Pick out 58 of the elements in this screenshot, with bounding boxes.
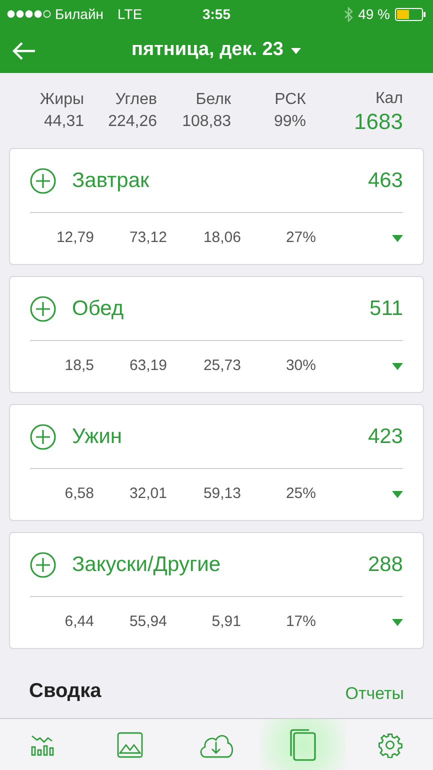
battery-percent: 49 % <box>358 4 390 24</box>
nutrient-label: РСК <box>274 90 306 110</box>
expand-caret-icon[interactable] <box>392 235 403 242</box>
status-time: 3:55 <box>202 4 231 24</box>
bluetooth-icon <box>344 6 354 22</box>
image-icon <box>116 732 143 758</box>
chart-icon <box>31 734 56 756</box>
signal-icon <box>7 10 51 18</box>
add-food-button[interactable] <box>30 552 56 578</box>
meal-name: Ужин <box>72 424 124 450</box>
meal-nutrient-value: 73,12 <box>128 228 167 248</box>
meal-nutrient-value: 12,79 <box>55 228 94 248</box>
meal-calories: 463 <box>368 168 403 194</box>
reports-link[interactable]: Отчеты <box>345 680 404 706</box>
nutrient-value: 108,83 <box>182 112 231 132</box>
meal-nutrient-value: 59,13 <box>202 484 241 504</box>
expand-caret-icon[interactable] <box>392 619 403 626</box>
meal-nutrient-value: 55,94 <box>128 612 167 632</box>
add-food-button[interactable] <box>30 424 56 450</box>
nutrient-value: 224,26 <box>108 112 157 132</box>
meal-nutrient-value: 25% <box>284 484 316 504</box>
battery-icon <box>395 8 426 20</box>
date-selector[interactable]: пятница, дек. 23 <box>38 36 395 65</box>
meal-name: Обед <box>72 296 125 322</box>
meal-nutrient-value: 17% <box>284 612 316 632</box>
meal-nutrient-value: 25,73 <box>202 356 241 376</box>
section-title: Сводка <box>29 679 102 704</box>
meal-nutrient-value: 32,01 <box>128 484 167 504</box>
caret-icon <box>291 48 302 54</box>
expand-caret-icon[interactable] <box>392 491 403 498</box>
nutrient-value: 44,31 <box>44 112 84 132</box>
meal-nutrient-value: 6,58 <box>64 484 94 504</box>
meal-nutrient-value: 18,06 <box>202 228 241 248</box>
meal-nutrient-value: 63,19 <box>128 356 167 376</box>
meal-nutrient-value: 18,5 <box>64 356 94 376</box>
nutrient-value: 99% <box>274 112 306 132</box>
add-food-button[interactable] <box>30 168 56 194</box>
meal-name: Закуски/Другие <box>72 552 222 578</box>
meal-calories: 288 <box>368 552 403 578</box>
meal-nutrient-value: 30% <box>284 356 316 376</box>
nutrient-label: Белк <box>196 90 231 110</box>
carrier-name: Билайн <box>55 4 104 24</box>
meal-name: Завтрак <box>72 168 150 194</box>
calories-label: Кал <box>375 88 403 108</box>
meal-calories: 511 <box>370 296 403 322</box>
meal-nutrient-value: 6,44 <box>64 612 94 632</box>
settings-icon <box>376 732 403 758</box>
pages-icon <box>290 728 316 760</box>
expand-caret-icon[interactable] <box>392 363 403 370</box>
network-type: LTE <box>118 4 142 24</box>
calories-total: 1683 <box>354 110 403 134</box>
meal-calories: 423 <box>368 424 403 450</box>
add-food-button[interactable] <box>30 296 56 322</box>
meal-nutrient-value: 27% <box>284 228 316 248</box>
nutrient-label: Жиры <box>40 90 84 110</box>
meal-nutrient-value: 5,91 <box>210 612 241 632</box>
nutrient-label: Углев <box>115 90 157 110</box>
tab-bar-item[interactable] <box>260 719 346 770</box>
